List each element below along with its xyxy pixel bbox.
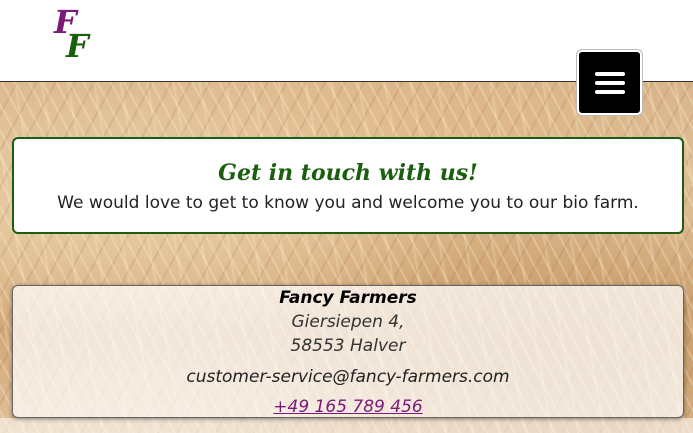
logo-letter-bottom: F <box>66 27 89 65</box>
address-city: 58553 Halver <box>290 336 406 356</box>
menu-button[interactable] <box>577 50 642 115</box>
phone-link[interactable]: +49 165 789 456 <box>13 396 683 418</box>
hamburger-icon-bar-2 <box>594 80 625 85</box>
contact-card: Get in touch with us! We would love to g… <box>12 137 684 234</box>
bottom-strip <box>0 418 693 433</box>
logo[interactable]: F F <box>52 6 108 64</box>
address-card: Fancy Farmers Giersiepen 4, 58553 Halver… <box>12 285 684 418</box>
email-address: customer-service@fancy-farmers.com <box>186 367 510 387</box>
address-street: Giersiepen 4, <box>291 312 405 332</box>
company-name: Fancy Farmers <box>279 288 417 308</box>
contact-title: Get in touch with us! <box>218 160 478 186</box>
hamburger-icon <box>594 71 625 76</box>
contact-subtitle: We would love to get to know you and wel… <box>57 193 639 213</box>
hamburger-icon-bar-3 <box>594 89 625 94</box>
